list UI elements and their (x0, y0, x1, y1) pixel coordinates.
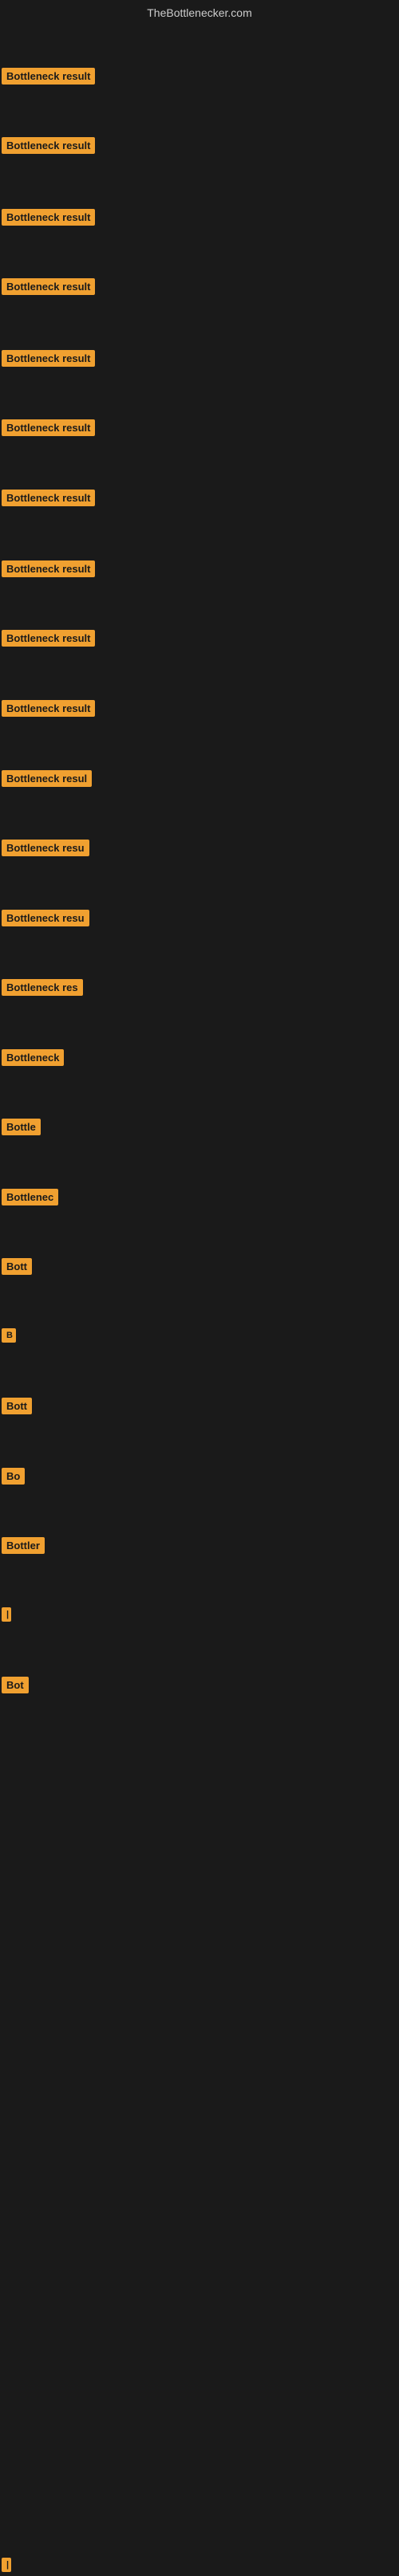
bottleneck-result-label: Bottleneck result (2, 278, 95, 299)
bottleneck-result-label: Bottleneck result (2, 68, 95, 88)
bottleneck-result-label: Bottleneck result (2, 490, 95, 510)
bottleneck-result-label: | (2, 2558, 8, 2576)
bottleneck-result-label: Bottleneck result (2, 700, 95, 721)
bottleneck-result-label: Bottleneck resul (2, 770, 92, 791)
bottleneck-result-label: Bottleneck result (2, 630, 95, 651)
bottleneck-result-label: Bottleneck result (2, 209, 95, 230)
bottleneck-result-label: Bottleneck res (2, 979, 83, 1000)
bottleneck-result-label: B (2, 1328, 16, 1347)
bottleneck-result-label: Bottleneck resu (2, 910, 89, 930)
bottleneck-result-label: Bottleneck result (2, 350, 95, 371)
bottleneck-result-label: Bottleneck result (2, 560, 95, 581)
bottleneck-result-label: Bottleneck (2, 1049, 64, 1070)
bottleneck-result-label: Bottleneck result (2, 137, 95, 158)
bottleneck-result-label: Bottleneck resu (2, 840, 89, 860)
bottleneck-result-label: Bo (2, 1468, 25, 1489)
bottleneck-result-label: Bott (2, 1398, 32, 1418)
bottleneck-result-label: Bottle (2, 1119, 41, 1139)
bottleneck-result-label: Bottleneck result (2, 419, 95, 440)
bottleneck-result-label: Bott (2, 1258, 32, 1279)
bottleneck-result-label: Bottler (2, 1537, 45, 1558)
bottleneck-result-label: Bottlenec (2, 1189, 58, 1209)
bottleneck-result-label: Bot (2, 1677, 29, 1697)
bottleneck-result-label: | (2, 1607, 8, 1626)
site-title: TheBottlenecker.com (0, 0, 399, 22)
